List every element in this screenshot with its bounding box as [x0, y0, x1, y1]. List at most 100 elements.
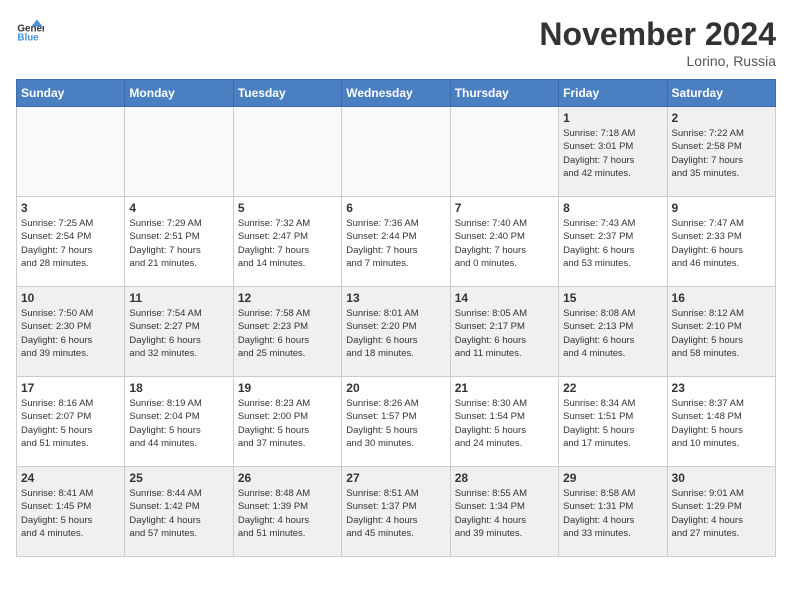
calendar-cell: 3 Sunrise: 7:25 AM Sunset: 2:54 PM Daylig… — [17, 197, 125, 287]
day-number: 27 — [346, 471, 445, 485]
day-info: Sunrise: 8:23 AM Sunset: 2:00 PM Dayligh… — [238, 397, 337, 450]
page-header: General Blue November 2024 Lorino, Russi… — [16, 16, 776, 69]
calendar-week-3: 17 Sunrise: 8:16 AM Sunset: 2:07 PM Dayli… — [17, 377, 776, 467]
calendar-week-0: 1 Sunrise: 7:18 AM Sunset: 3:01 PM Daylig… — [17, 107, 776, 197]
month-title: November 2024 — [539, 16, 776, 53]
calendar-cell: 12 Sunrise: 7:58 AM Sunset: 2:23 PM Dayli… — [233, 287, 341, 377]
calendar-cell: 1 Sunrise: 7:18 AM Sunset: 3:01 PM Daylig… — [559, 107, 667, 197]
logo: General Blue — [16, 16, 44, 44]
day-number: 17 — [21, 381, 120, 395]
day-number: 14 — [455, 291, 554, 305]
calendar-cell: 25 Sunrise: 8:44 AM Sunset: 1:42 PM Dayli… — [125, 467, 233, 557]
day-info: Sunrise: 8:41 AM Sunset: 1:45 PM Dayligh… — [21, 487, 120, 540]
day-info: Sunrise: 9:01 AM Sunset: 1:29 PM Dayligh… — [672, 487, 771, 540]
weekday-header-sunday: Sunday — [17, 80, 125, 107]
day-info: Sunrise: 8:37 AM Sunset: 1:48 PM Dayligh… — [672, 397, 771, 450]
day-info: Sunrise: 8:05 AM Sunset: 2:17 PM Dayligh… — [455, 307, 554, 360]
day-info: Sunrise: 8:01 AM Sunset: 2:20 PM Dayligh… — [346, 307, 445, 360]
calendar-cell: 5Sunrise: 7:32 AM Sunset: 2:47 PM Daylig… — [233, 197, 341, 287]
day-number: 18 — [129, 381, 228, 395]
weekday-header-saturday: Saturday — [667, 80, 775, 107]
location: Lorino, Russia — [539, 53, 776, 69]
day-number: 20 — [346, 381, 445, 395]
calendar-week-4: 24 Sunrise: 8:41 AM Sunset: 1:45 PM Dayli… — [17, 467, 776, 557]
calendar-cell: 30 Sunrise: 9:01 AM Sunset: 1:29 PM Dayli… — [667, 467, 775, 557]
day-info: Sunrise: 7:58 AM Sunset: 2:23 PM Dayligh… — [238, 307, 337, 360]
weekday-header-row: SundayMondayTuesdayWednesdayThursdayFrid… — [17, 80, 776, 107]
day-number: 13 — [346, 291, 445, 305]
svg-text:Blue: Blue — [17, 33, 39, 44]
calendar-cell — [450, 107, 558, 197]
calendar-table: SundayMondayTuesdayWednesdayThursdayFrid… — [16, 79, 776, 557]
calendar-cell: 24 Sunrise: 8:41 AM Sunset: 1:45 PM Dayli… — [17, 467, 125, 557]
day-number: 2 — [672, 111, 771, 125]
calendar-cell: 7 Sunrise: 7:40 AM Sunset: 2:40 PM Daylig… — [450, 197, 558, 287]
day-info: Sunrise: 7:22 AM Sunset: 2:58 PM Dayligh… — [672, 127, 771, 180]
day-number: 24 — [21, 471, 120, 485]
calendar-cell: 2 Sunrise: 7:22 AM Sunset: 2:58 PM Daylig… — [667, 107, 775, 197]
day-info: Sunrise: 8:08 AM Sunset: 2:13 PM Dayligh… — [563, 307, 662, 360]
calendar-cell — [17, 107, 125, 197]
calendar-cell: 27 Sunrise: 8:51 AM Sunset: 1:37 PM Dayli… — [342, 467, 450, 557]
weekday-header-tuesday: Tuesday — [233, 80, 341, 107]
calendar-cell — [233, 107, 341, 197]
day-info: Sunrise: 8:44 AM Sunset: 1:42 PM Dayligh… — [129, 487, 228, 540]
day-info: Sunrise: 8:58 AM Sunset: 1:31 PM Dayligh… — [563, 487, 662, 540]
title-area: November 2024 Lorino, Russia — [539, 16, 776, 69]
calendar-cell: 22 Sunrise: 8:34 AM Sunset: 1:51 PM Dayli… — [559, 377, 667, 467]
day-info: Sunrise: 8:26 AM Sunset: 1:57 PM Dayligh… — [346, 397, 445, 450]
calendar-cell: 26Sunrise: 8:48 AM Sunset: 1:39 PM Dayli… — [233, 467, 341, 557]
day-number: 30 — [672, 471, 771, 485]
calendar-cell: 6Sunrise: 7:36 AM Sunset: 2:44 PM Daylig… — [342, 197, 450, 287]
day-info: Sunrise: 8:55 AM Sunset: 1:34 PM Dayligh… — [455, 487, 554, 540]
calendar-week-1: 3 Sunrise: 7:25 AM Sunset: 2:54 PM Daylig… — [17, 197, 776, 287]
day-number: 6 — [346, 201, 445, 215]
day-info: Sunrise: 8:51 AM Sunset: 1:37 PM Dayligh… — [346, 487, 445, 540]
day-info: Sunrise: 7:54 AM Sunset: 2:27 PM Dayligh… — [129, 307, 228, 360]
day-number: 15 — [563, 291, 662, 305]
day-number: 23 — [672, 381, 771, 395]
day-number: 11 — [129, 291, 228, 305]
day-number: 8 — [563, 201, 662, 215]
calendar-cell: 8Sunrise: 7:43 AM Sunset: 2:37 PM Daylig… — [559, 197, 667, 287]
day-info: Sunrise: 8:12 AM Sunset: 2:10 PM Dayligh… — [672, 307, 771, 360]
day-number: 25 — [129, 471, 228, 485]
weekday-header-thursday: Thursday — [450, 80, 558, 107]
calendar-cell: 19 Sunrise: 8:23 AM Sunset: 2:00 PM Dayli… — [233, 377, 341, 467]
day-number: 12 — [238, 291, 337, 305]
calendar-cell: 23 Sunrise: 8:37 AM Sunset: 1:48 PM Dayli… — [667, 377, 775, 467]
weekday-header-friday: Friday — [559, 80, 667, 107]
calendar-cell: 4Sunrise: 7:29 AM Sunset: 2:51 PM Daylig… — [125, 197, 233, 287]
calendar-cell: 29 Sunrise: 8:58 AM Sunset: 1:31 PM Dayli… — [559, 467, 667, 557]
calendar-cell — [342, 107, 450, 197]
day-number: 1 — [563, 111, 662, 125]
day-number: 3 — [21, 201, 120, 215]
day-number: 26 — [238, 471, 337, 485]
day-number: 22 — [563, 381, 662, 395]
day-number: 7 — [455, 201, 554, 215]
day-info: Sunrise: 8:16 AM Sunset: 2:07 PM Dayligh… — [21, 397, 120, 450]
day-info: Sunrise: 7:47 AM Sunset: 2:33 PM Dayligh… — [672, 217, 771, 270]
day-info: Sunrise: 7:32 AM Sunset: 2:47 PM Dayligh… — [238, 217, 337, 270]
calendar-cell: 9 Sunrise: 7:47 AM Sunset: 2:33 PM Daylig… — [667, 197, 775, 287]
day-number: 16 — [672, 291, 771, 305]
day-number: 29 — [563, 471, 662, 485]
day-number: 9 — [672, 201, 771, 215]
calendar-cell: 28 Sunrise: 8:55 AM Sunset: 1:34 PM Dayli… — [450, 467, 558, 557]
calendar-cell: 18 Sunrise: 8:19 AM Sunset: 2:04 PM Dayli… — [125, 377, 233, 467]
calendar-cell: 11 Sunrise: 7:54 AM Sunset: 2:27 PM Dayli… — [125, 287, 233, 377]
day-info: Sunrise: 7:50 AM Sunset: 2:30 PM Dayligh… — [21, 307, 120, 360]
day-info: Sunrise: 7:25 AM Sunset: 2:54 PM Dayligh… — [21, 217, 120, 270]
day-info: Sunrise: 7:40 AM Sunset: 2:40 PM Dayligh… — [455, 217, 554, 270]
day-number: 28 — [455, 471, 554, 485]
calendar-week-2: 10Sunrise: 7:50 AM Sunset: 2:30 PM Dayli… — [17, 287, 776, 377]
calendar-cell: 21Sunrise: 8:30 AM Sunset: 1:54 PM Dayli… — [450, 377, 558, 467]
calendar-cell: 14 Sunrise: 8:05 AM Sunset: 2:17 PM Dayli… — [450, 287, 558, 377]
day-info: Sunrise: 7:18 AM Sunset: 3:01 PM Dayligh… — [563, 127, 662, 180]
calendar-cell: 16 Sunrise: 8:12 AM Sunset: 2:10 PM Dayli… — [667, 287, 775, 377]
day-info: Sunrise: 8:34 AM Sunset: 1:51 PM Dayligh… — [563, 397, 662, 450]
day-info: Sunrise: 8:19 AM Sunset: 2:04 PM Dayligh… — [129, 397, 228, 450]
day-number: 19 — [238, 381, 337, 395]
day-info: Sunrise: 8:30 AM Sunset: 1:54 PM Dayligh… — [455, 397, 554, 450]
logo-icon: General Blue — [16, 16, 44, 44]
